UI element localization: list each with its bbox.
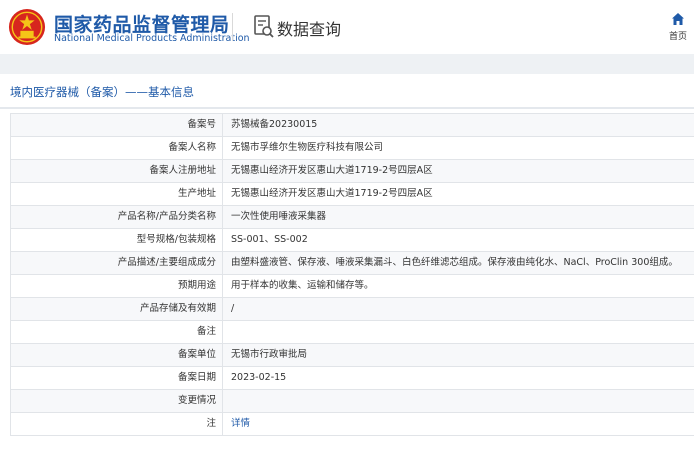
row-value: 一次性使用唾液采集器 (231, 211, 327, 222)
header-gap (0, 54, 694, 74)
table-row: 注详情 (11, 413, 694, 436)
row-label: 生产地址 (11, 183, 223, 205)
row-value: 用于样本的收集、运输和储存等。 (231, 280, 374, 291)
national-emblem-icon[interactable] (8, 8, 46, 46)
row-value: / (231, 303, 235, 314)
breadcrumb-text: 境内医疗器械（备案）——基本信息 (10, 85, 194, 99)
table-row: 产品存储及有效期 / (11, 298, 694, 321)
row-label: 产品名称/产品分类名称 (11, 206, 223, 228)
header-divider (232, 13, 233, 41)
row-value: 由塑料盛液管、保存液、唾液采集漏斗、白色纤维滤芯组成。保存液由纯化水、NaCl、… (231, 257, 678, 268)
row-label: 备注 (11, 321, 223, 343)
table-row: 变更情况 (11, 390, 694, 413)
breadcrumb: 境内医疗器械（备案）——基本信息 (0, 74, 694, 108)
row-value: 无锡惠山经济开发区惠山大道1719-2号四层A区 (231, 188, 433, 199)
table-row: 备案人注册地址 无锡惠山经济开发区惠山大道1719-2号四层A区 (11, 160, 694, 183)
breadcrumb-divider (0, 107, 694, 109)
home-button[interactable]: 首页 (664, 12, 692, 46)
home-label: 首页 (668, 32, 687, 42)
table-row: 备案单位 无锡市行政审批局 (11, 344, 694, 367)
section-title: 数据查询 (277, 20, 342, 39)
row-value: 无锡市孚维尔生物医疗科技有限公司 (231, 142, 384, 153)
site-subtitle[interactable]: National Medical Products Administration (54, 33, 250, 44)
row-label: 型号规格/包装规格 (11, 229, 223, 251)
row-value: SS-001、SS-002 (231, 234, 308, 245)
row-label: 预期用途 (11, 275, 223, 297)
table-row: 备案号 苏锡械备20230015 (11, 114, 694, 137)
row-label: 注 (11, 413, 223, 435)
row-label: 备案号 (11, 114, 223, 136)
info-table: 备案号 苏锡械备20230015 备案人名称 无锡市孚维尔生物医疗科技有限公司 备案人注… (10, 113, 694, 436)
row-value (223, 390, 694, 412)
row-value: 无锡惠山经济开发区惠山大道1719-2号四层A区 (231, 165, 433, 176)
row-value: 苏锡械备20230015 (231, 119, 318, 130)
row-label: 产品存储及有效期 (11, 298, 223, 320)
row-value: 2023-02-15 (231, 372, 287, 383)
row-label: 备案单位 (11, 344, 223, 366)
row-value: 无锡市行政审批局 (231, 349, 308, 360)
details-link[interactable]: 详情 (223, 413, 694, 435)
row-value (223, 321, 694, 343)
home-icon (672, 13, 684, 25)
table-row: 备案人名称 无锡市孚维尔生物医疗科技有限公司 (11, 137, 694, 160)
table-row: 产品描述/主要组成成分 由塑料盛液管、保存液、唾液采集漏斗、白色纤维滤芯组成。保存… (11, 252, 694, 275)
table-row: 生产地址 无锡惠山经济开发区惠山大道1719-2号四层A区 (11, 183, 694, 206)
row-label: 备案人名称 (11, 137, 223, 159)
table-row: 备注 (11, 321, 694, 344)
row-label: 变更情况 (11, 390, 223, 412)
row-label: 备案日期 (11, 367, 223, 389)
site-header: 国家药品监督管理局 National Medical Products Admi… (0, 0, 694, 54)
row-label: 备案人注册地址 (11, 160, 223, 182)
row-label: 产品描述/主要组成成分 (11, 252, 223, 274)
table-row: 产品名称/产品分类名称 一次性使用唾液采集器 (11, 206, 694, 229)
table-row: 备案日期 2023-02-15 (11, 367, 694, 390)
document-search-icon (254, 15, 274, 38)
table-row: 预期用途 用于样本的收集、运输和储存等。 (11, 275, 694, 298)
table-row: 型号规格/包装规格 SS-001、SS-002 (11, 229, 694, 252)
